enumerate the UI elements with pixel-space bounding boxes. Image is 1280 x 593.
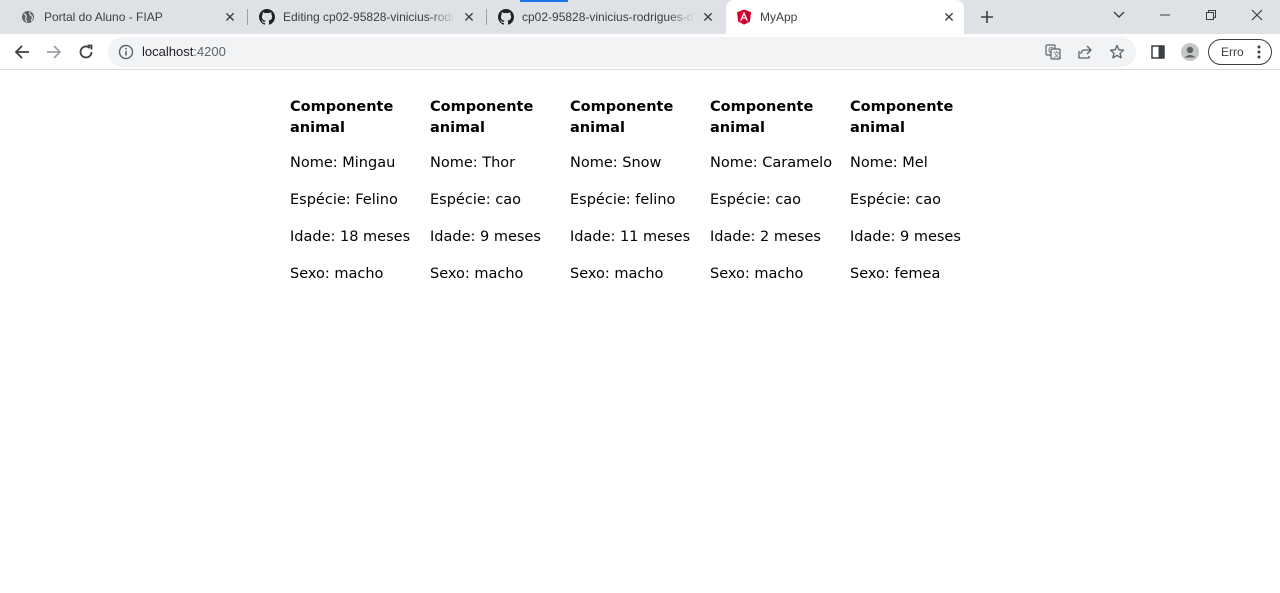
animal-sex: Sexo: macho [430,266,524,282]
angular-icon [736,9,752,25]
browser-toolbar: localhost:4200 G文 Erro [0,34,1280,70]
animal-age: Idade: 18 meses [290,229,411,245]
tab-title: MyApp [760,10,798,24]
close-tab-icon[interactable]: ✕ [941,9,957,25]
tab-strip: Portal do Aluno - FIAP ✕ Editing cp02-95… [0,0,1280,34]
url-port: :4200 [193,44,226,59]
animal-sex: Sexo: macho [710,266,804,282]
animal-card: Componente animal Nome: Snow Espécie: fe… [570,97,710,283]
card-title: Componente animal [570,99,674,136]
animal-card: Componente animal Nome: Thor Espécie: ca… [430,97,570,283]
tab-title: cp02-95828-vinicius-rodrigues-d [522,10,694,24]
profile-avatar-icon[interactable] [1180,42,1200,62]
svg-text:文: 文 [1053,50,1060,59]
tab-title: Editing cp02-95828-vinicius-rodrigues [283,10,455,24]
animal-sex: Sexo: femea [850,266,941,282]
animal-species: Espécie: cao [710,192,801,208]
close-tab-icon[interactable]: ✕ [700,9,716,25]
tab-title: Portal do Aluno - FIAP [44,10,163,24]
card-title: Componente animal [290,99,394,136]
url-host: localhost [142,44,194,59]
tab-repo[interactable]: cp02-95828-vinicius-rodrigues-d ✕ [490,0,722,34]
url-text: localhost:4200 [142,44,226,59]
animal-species: Espécie: felino [570,192,676,208]
animal-name: Nome: Caramelo [710,155,833,171]
card-title: Componente animal [710,99,814,136]
tab-editing-repo[interactable]: Editing cp02-95828-vinicius-rodrigues ✕ [251,0,483,34]
more-menu-icon[interactable] [1257,45,1261,62]
reload-icon [79,44,93,59]
back-button[interactable] [8,38,36,66]
animal-species: Espécie: cao [430,192,521,208]
tab-portal-aluno[interactable]: Portal do Aluno - FIAP ✕ [12,0,244,34]
animal-age: Idade: 9 meses [850,229,961,245]
restore-button[interactable] [1188,0,1234,30]
animal-name: Nome: Thor [430,155,516,171]
restore-icon [1206,10,1216,20]
new-tab-button[interactable] [976,6,998,28]
animal-card: Componente animal Nome: Mel Espécie: cao… [850,97,990,283]
animal-age: Idade: 9 meses [430,229,541,245]
tab-separator [247,9,248,25]
close-tab-icon[interactable]: ✕ [222,9,238,25]
animal-species: Espécie: Felino [290,192,398,208]
animal-list: Componente animal Nome: Mingau Espécie: … [290,97,990,283]
close-icon [1251,9,1263,21]
chevron-down-icon [1113,11,1125,18]
animal-age: Idade: 11 meses [570,229,691,245]
side-panel-icon[interactable] [1148,42,1168,62]
forward-button[interactable] [40,38,68,66]
close-window-button[interactable] [1234,0,1280,30]
animal-species: Espécie: cao [850,192,941,208]
animal-card: Componente animal Nome: Mingau Espécie: … [290,97,430,283]
profile-error-label: Erro [1221,45,1244,59]
address-bar[interactable]: localhost:4200 G文 [108,37,1136,67]
animal-sex: Sexo: macho [290,266,384,282]
tab-myapp[interactable]: MyApp ✕ [726,0,964,34]
translate-icon[interactable]: G文 [1045,44,1061,60]
animal-card: Componente animal Nome: Caramelo Espécie… [710,97,850,283]
profile-error-button[interactable]: Erro [1208,39,1272,65]
animal-name: Nome: Mel [850,155,928,171]
tab-search-button[interactable] [1096,0,1142,30]
reload-button[interactable] [72,38,100,66]
site-info-icon[interactable] [118,44,134,60]
globe-icon [20,9,36,25]
arrow-left-icon [14,45,29,59]
tab-separator [486,9,487,25]
card-title: Componente animal [850,99,954,136]
minimize-button[interactable] [1142,0,1188,30]
github-icon [259,9,275,25]
animal-sex: Sexo: macho [570,266,664,282]
animal-age: Idade: 2 meses [710,229,821,245]
animal-name: Nome: Snow [570,155,662,171]
animal-name: Nome: Mingau [290,155,396,171]
arrow-right-icon [47,45,62,59]
bookmark-star-icon[interactable] [1109,44,1125,60]
close-tab-icon[interactable]: ✕ [461,9,477,25]
minimize-icon [1160,14,1170,16]
card-title: Componente animal [430,99,534,136]
share-icon[interactable] [1077,44,1093,60]
github-icon [498,9,514,25]
